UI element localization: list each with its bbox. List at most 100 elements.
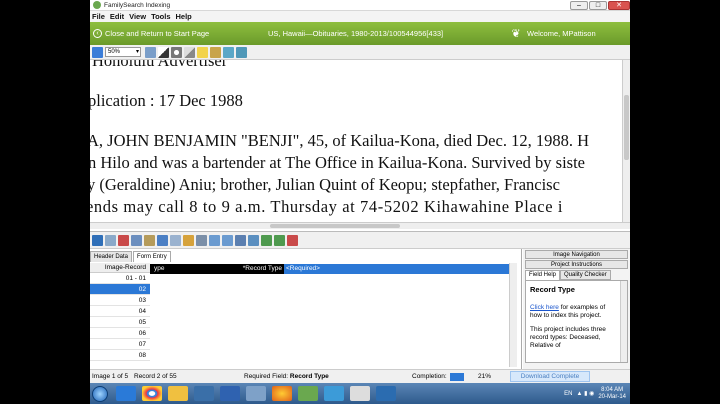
paint-icon[interactable] [246, 386, 266, 401]
find-icon[interactable] [209, 234, 220, 246]
navigation-bar: ‹ Close and Return to Start Page US, Haw… [90, 22, 630, 45]
menu-help[interactable]: Help [176, 12, 192, 21]
rotate-right-icon[interactable] [236, 46, 247, 58]
document-line: n Hilo and was a bartender at The Office… [90, 153, 585, 172]
ditto-icon[interactable] [248, 234, 259, 246]
record-row[interactable]: 03 [90, 295, 150, 306]
file-explorer-icon[interactable] [168, 386, 188, 401]
save-icon[interactable] [92, 234, 103, 246]
document-icon[interactable] [350, 386, 370, 401]
maximize-button[interactable]: □ [589, 0, 607, 10]
fill-down-icon[interactable] [235, 234, 246, 246]
insert-record-icon[interactable] [274, 234, 285, 246]
familysearch-taskbar-icon[interactable] [298, 386, 318, 401]
record-type-input[interactable]: <Required> [284, 264, 509, 274]
document-line: Honolulu Advertiser [92, 60, 228, 70]
document-image[interactable]: Honolulu Advertiser plication : 17 Dec 1… [90, 60, 622, 222]
entry-toolbar [90, 231, 630, 249]
brightness-icon[interactable] [171, 46, 182, 58]
close-and-return-button[interactable]: ‹ Close and Return to Start Page [90, 29, 260, 38]
submit-icon[interactable] [105, 234, 116, 246]
familysearch-tree-icon: ❦ [511, 28, 521, 40]
required-field-name: Record Type [289, 373, 329, 380]
form-tabs: Header Data Form Entry [90, 251, 172, 262]
document-line: y (Geraldine) Aniu; brother, Julian Quin… [90, 175, 560, 194]
menu-file[interactable]: File [92, 12, 105, 21]
zoom-select[interactable]: 50% [105, 47, 141, 57]
system-tray: EN ▲ ▮ ◉ 8:04 AM 20-Mar-14 [564, 385, 626, 402]
help-scrollbar[interactable] [620, 281, 627, 362]
welcome-user[interactable]: Welcome, MPattison [527, 29, 630, 38]
record-row[interactable]: 08 [90, 350, 150, 361]
title-bar: FamilySearch Indexing – □ ✕ [90, 0, 630, 11]
tab-header-data[interactable]: Header Data [90, 251, 133, 262]
menu-edit[interactable]: Edit [110, 12, 124, 21]
record-row[interactable]: 06 [90, 328, 150, 339]
blank-icon[interactable] [196, 234, 207, 246]
window-title: FamilySearch Indexing [104, 1, 171, 9]
document-vertical-scrollbar[interactable] [622, 60, 630, 222]
menu-bar: File Edit View Tools Help [90, 11, 630, 22]
record-row[interactable]: 01 - 01 [90, 273, 150, 284]
menu-view[interactable]: View [129, 12, 146, 21]
back-arrow-icon: ‹ [93, 29, 102, 38]
tab-form-entry[interactable]: Form Entry [133, 251, 171, 262]
image-navigation-button[interactable]: Image Navigation [525, 250, 628, 259]
ruler-icon[interactable] [210, 46, 221, 58]
contrast-icon[interactable] [158, 46, 169, 58]
delete-record-icon[interactable] [287, 234, 298, 246]
highlight-field-icon[interactable] [183, 234, 194, 246]
add-record-icon[interactable] [261, 234, 272, 246]
completion-percent: 21% [478, 373, 492, 380]
completion-progress-bar [450, 373, 464, 381]
word-icon[interactable] [220, 386, 240, 401]
chrome-icon[interactable] [142, 386, 162, 401]
minimize-button[interactable]: – [570, 0, 588, 10]
outlook-icon[interactable] [376, 386, 396, 401]
highlight-icon[interactable] [197, 46, 208, 58]
tab-field-help[interactable]: Field Help [525, 270, 561, 280]
clock[interactable]: 8:04 AM 20-Mar-14 [598, 387, 626, 401]
media-player-icon[interactable] [194, 386, 214, 401]
field-prefix: ype [150, 264, 222, 274]
record-row-selected[interactable]: 02 [90, 284, 150, 295]
copy-icon[interactable] [131, 234, 142, 246]
document-line: A, JOHN BENJAMIN "BENJI", 45, of Kailua-… [90, 131, 589, 150]
record-counter: Record 2 of 55 [134, 373, 177, 380]
zoom-icon[interactable] [92, 46, 103, 58]
image-toolbar: 50% [90, 45, 630, 60]
record-row[interactable]: 05 [90, 317, 150, 328]
rotate-left-icon[interactable] [223, 46, 234, 58]
examples-link[interactable]: Click here [530, 304, 559, 311]
internet-explorer-icon[interactable] [116, 386, 136, 401]
invert-icon[interactable] [184, 46, 195, 58]
undo-icon[interactable] [157, 234, 168, 246]
project-instructions-button[interactable]: Project Instructions [525, 260, 628, 269]
close-window-button[interactable]: ✕ [608, 0, 630, 10]
firefox-icon[interactable] [272, 386, 292, 401]
download-complete-button[interactable]: Download Complete [510, 371, 590, 382]
review-icon[interactable] [222, 234, 233, 246]
tab-quality-checker[interactable]: Quality Checker [560, 270, 611, 280]
form-vertical-scrollbar[interactable] [509, 263, 517, 367]
skype-icon[interactable] [324, 386, 344, 401]
record-row[interactable]: 07 [90, 339, 150, 350]
cut-icon[interactable] [118, 234, 129, 246]
language-indicator[interactable]: EN [564, 391, 572, 397]
letterbox-right [630, 0, 720, 404]
required-field-status: Required Field: Record Type [244, 373, 329, 380]
start-button-icon[interactable] [92, 385, 108, 402]
close-and-return-label: Close and Return to Start Page [105, 29, 210, 38]
menu-tools[interactable]: Tools [151, 12, 170, 21]
batch-title: US, Hawaii—Obituaries, 1980-2013/1005449… [268, 29, 444, 38]
document-horizontal-scrollbar[interactable] [90, 222, 630, 229]
record-row[interactable]: 04 [90, 306, 150, 317]
tray-icons[interactable]: ▲ ▮ ◉ [577, 390, 595, 397]
zoom-in-icon[interactable] [145, 46, 156, 58]
redo-icon[interactable] [170, 234, 181, 246]
clock-time: 8:04 AM [601, 386, 624, 393]
record-type-field-row: ype *Record Type <Required> [150, 264, 509, 274]
completion-label: Completion: [412, 373, 447, 380]
document-line: plication : 17 Dec 1988 [90, 91, 243, 110]
paste-icon[interactable] [144, 234, 155, 246]
